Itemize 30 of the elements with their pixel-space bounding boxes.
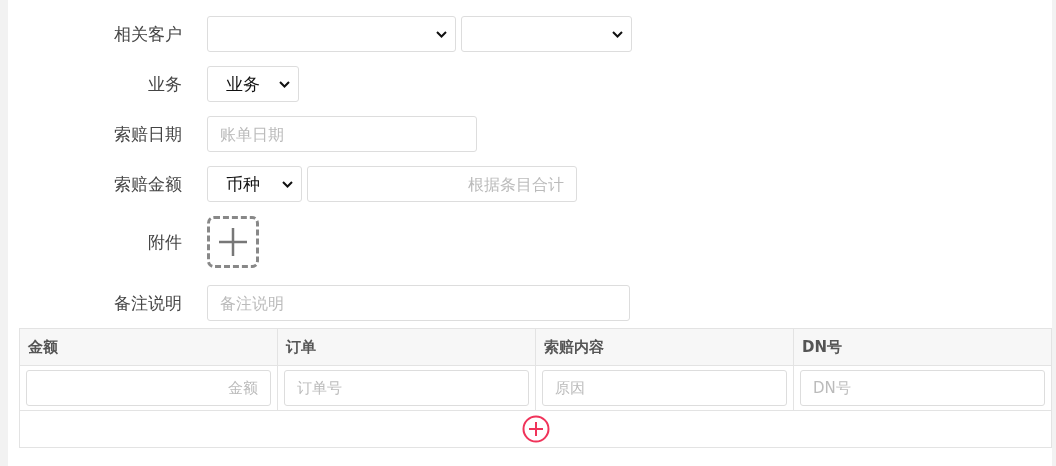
add-row-icon[interactable] — [521, 415, 550, 443]
select-value: 业务 — [226, 72, 260, 96]
column-header: 金额 — [19, 328, 278, 366]
field-label: 附件 — [147, 230, 183, 254]
caret-icon — [282, 180, 293, 188]
caret-icon — [279, 80, 290, 88]
select-field[interactable] — [461, 16, 632, 52]
select-field[interactable]: 业务 — [207, 66, 299, 102]
column-header: 订单 — [277, 328, 536, 366]
field-label: 相关客户 — [113, 22, 183, 46]
field-label: 业务 — [147, 72, 183, 96]
caret-icon — [612, 30, 623, 38]
field-label: 备注说明 — [113, 291, 183, 315]
input-field[interactable]: 账单日期 — [207, 116, 477, 152]
select-field[interactable] — [207, 16, 456, 52]
field-label: 索赔金额 — [113, 172, 183, 196]
input-field[interactable]: DN号 — [800, 370, 1045, 406]
input-field[interactable]: 订单号 — [284, 370, 529, 406]
column-header: 索赔内容 — [535, 328, 794, 366]
input-field[interactable]: 原因 — [542, 370, 787, 406]
field-label: 索赔日期 — [113, 122, 183, 146]
column-header: DN号 — [793, 328, 1052, 366]
caret-icon — [436, 30, 447, 38]
select-value: 币种 — [226, 172, 260, 196]
input-field[interactable]: 备注说明 — [207, 285, 630, 321]
plus-icon — [217, 226, 249, 258]
upload-button[interactable] — [207, 216, 259, 268]
input-field[interactable]: 金额 — [26, 370, 271, 406]
input-field[interactable]: 根据条目合计 — [307, 166, 577, 202]
select-field[interactable]: 币种 — [207, 166, 302, 202]
